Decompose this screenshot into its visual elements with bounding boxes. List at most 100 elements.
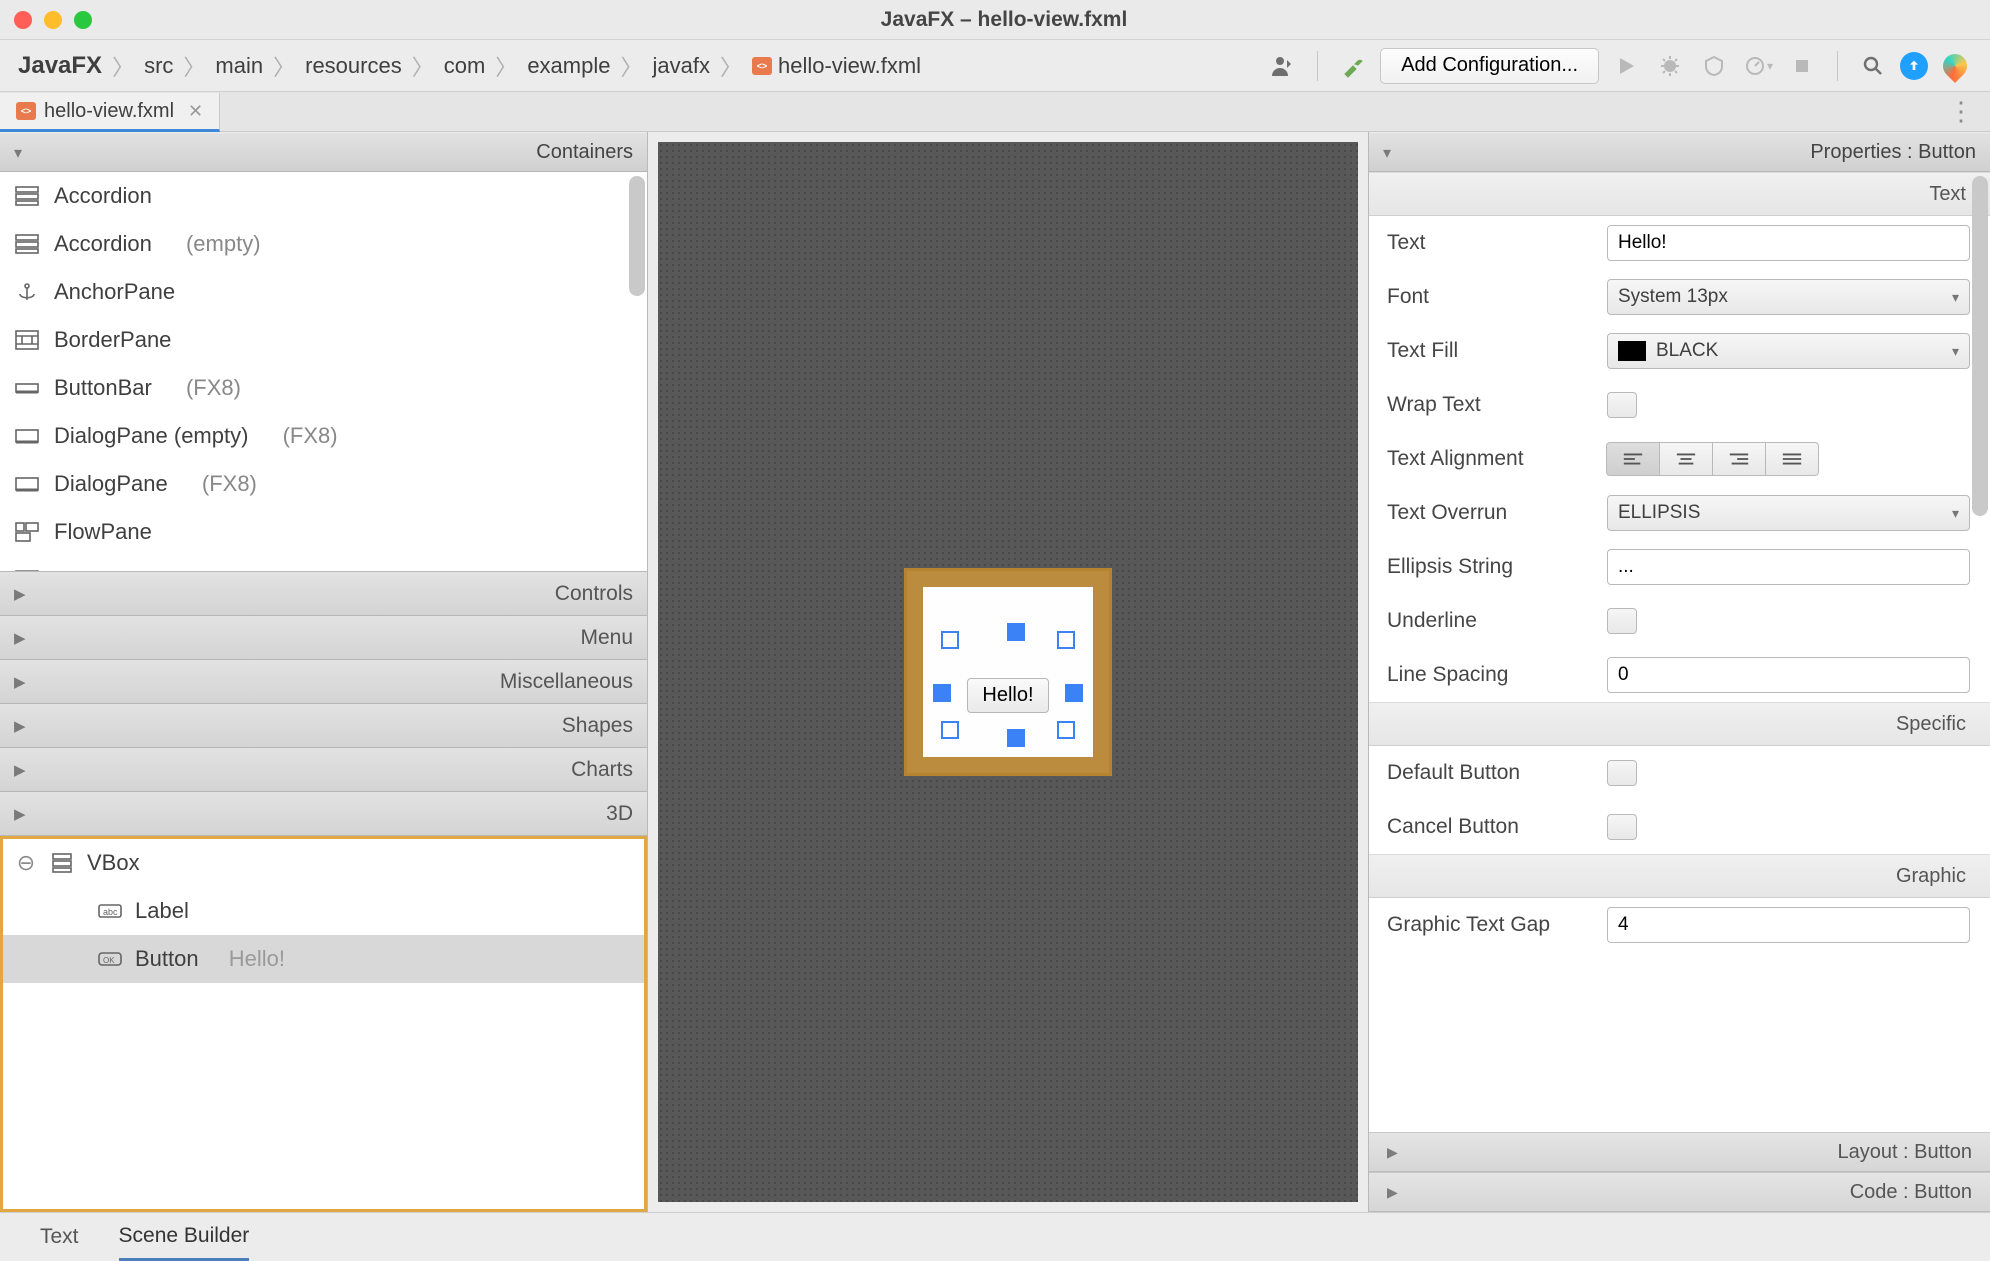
- wrap-text-checkbox[interactable]: [1607, 392, 1637, 418]
- close-tab-icon[interactable]: ✕: [188, 101, 203, 122]
- code-section-header[interactable]: ▶Code : Button: [1369, 1172, 1990, 1212]
- dropdown-icon: [1383, 141, 1391, 164]
- prop-label: Ellipsis String: [1387, 555, 1607, 579]
- section-shapes[interactable]: ▶Shapes: [0, 704, 647, 748]
- library-item-anchorpane[interactable]: AnchorPane: [0, 268, 647, 316]
- close-window-button[interactable]: [14, 11, 32, 29]
- main-toolbar: JavaFX〉 src〉 main〉 resources〉 com〉 examp…: [0, 40, 1990, 92]
- library-item-accordion[interactable]: Accordion: [0, 172, 647, 220]
- collapse-icon[interactable]: ⊖: [15, 850, 37, 876]
- library-item-flowpane[interactable]: FlowPane: [0, 508, 647, 556]
- text-fill-combobox[interactable]: BLACK: [1607, 333, 1970, 369]
- tab-options-icon[interactable]: ⋮: [1932, 92, 1990, 131]
- editor-tab[interactable]: <> hello-view.fxml ✕: [0, 93, 220, 132]
- breadcrumb-item[interactable]: javafx: [652, 53, 709, 79]
- maximize-window-button[interactable]: [74, 11, 92, 29]
- editor-mode-tabs: Text Scene Builder: [0, 1212, 1990, 1260]
- run-config-button[interactable]: Add Configuration...: [1380, 48, 1599, 84]
- cancel-button-checkbox[interactable]: [1607, 814, 1637, 840]
- prop-label: Text Fill: [1387, 339, 1607, 363]
- breadcrumb-leaf[interactable]: <> hello-view.fxml: [752, 53, 921, 79]
- breadcrumb-item[interactable]: src: [144, 53, 173, 79]
- design-canvas-container: Hello!: [648, 132, 1368, 1212]
- containers-list: Accordion Accordion (empty) AnchorPane B…: [0, 172, 647, 572]
- group-header-graphic: Graphic: [1369, 854, 1990, 898]
- container-icon: [14, 521, 40, 543]
- vbox-icon: [49, 852, 75, 874]
- group-header-text: Text: [1369, 172, 1990, 216]
- design-canvas[interactable]: Hello!: [658, 142, 1358, 1202]
- fxml-file-icon: <>: [752, 57, 772, 75]
- section-charts[interactable]: ▶Charts: [0, 748, 647, 792]
- section-3d[interactable]: ▶3D: [0, 792, 647, 836]
- run-icon[interactable]: [1609, 49, 1643, 83]
- tree-node-label[interactable]: abc Label: [3, 887, 644, 935]
- build-icon[interactable]: [1336, 49, 1370, 83]
- svg-text:abc: abc: [103, 907, 118, 917]
- debug-icon[interactable]: [1653, 49, 1687, 83]
- breadcrumb-root[interactable]: JavaFX: [18, 52, 102, 80]
- tab-text[interactable]: Text: [40, 1225, 79, 1249]
- library-item-buttonbar[interactable]: ButtonBar (FX8): [0, 364, 647, 412]
- search-icon[interactable]: [1856, 49, 1890, 83]
- section-misc[interactable]: ▶Miscellaneous: [0, 660, 647, 704]
- library-item-dialogpane[interactable]: DialogPane (FX8): [0, 460, 647, 508]
- library-item-borderpane[interactable]: BorderPane: [0, 316, 647, 364]
- align-justify-button[interactable]: [1765, 442, 1819, 476]
- breadcrumb-item[interactable]: resources: [305, 53, 402, 79]
- graphic-text-gap-input[interactable]: [1607, 907, 1970, 943]
- tab-scene-builder[interactable]: Scene Builder: [119, 1224, 250, 1261]
- library-item-gridpane[interactable]: GridPane: [0, 556, 647, 572]
- stop-icon[interactable]: [1785, 49, 1819, 83]
- section-menu[interactable]: ▶Menu: [0, 616, 647, 660]
- fxml-file-icon: <>: [16, 102, 36, 120]
- prop-label: Graphic Text Gap: [1387, 913, 1607, 937]
- container-icon: [14, 233, 40, 255]
- canvas-vbox[interactable]: Hello!: [904, 568, 1112, 776]
- scrollbar[interactable]: [1972, 176, 1988, 516]
- library-item-accordion-empty[interactable]: Accordion (empty): [0, 220, 647, 268]
- text-input[interactable]: [1607, 225, 1970, 261]
- minimize-window-button[interactable]: [44, 11, 62, 29]
- inspector-panel: Properties : Button Text Text Font Syste…: [1368, 132, 1990, 1212]
- align-center-button[interactable]: [1659, 442, 1713, 476]
- tree-node-vbox[interactable]: ⊖ VBox: [3, 839, 644, 887]
- prop-label: Cancel Button: [1387, 815, 1607, 839]
- align-right-button[interactable]: [1712, 442, 1766, 476]
- text-overrun-combobox[interactable]: ELLIPSIS: [1607, 495, 1970, 531]
- prop-label: Line Spacing: [1387, 663, 1607, 687]
- scrollbar[interactable]: [629, 176, 645, 296]
- window-title: JavaFX – hello-view.fxml: [92, 8, 1916, 32]
- ellipsis-input[interactable]: [1607, 549, 1970, 585]
- container-icon: [14, 473, 40, 495]
- containers-header[interactable]: Containers: [0, 132, 647, 172]
- layout-section-header[interactable]: ▶Layout : Button: [1369, 1132, 1990, 1172]
- font-combobox[interactable]: System 13px: [1607, 279, 1970, 315]
- anchor-icon: [14, 281, 40, 303]
- breadcrumb-item[interactable]: com: [444, 53, 486, 79]
- breadcrumb-item[interactable]: example: [527, 53, 610, 79]
- container-icon: [14, 569, 40, 572]
- library-item-dialogpane-empty[interactable]: DialogPane (empty) (FX8): [0, 412, 647, 460]
- default-button-checkbox[interactable]: [1607, 760, 1637, 786]
- dropdown-icon: [14, 141, 22, 164]
- line-spacing-input[interactable]: [1607, 657, 1970, 693]
- breadcrumb-item[interactable]: main: [215, 53, 263, 79]
- profile-icon[interactable]: ▾: [1741, 49, 1775, 83]
- tree-node-button[interactable]: OK Button Hello!: [3, 935, 644, 983]
- jetbrains-toolbox-icon[interactable]: [1938, 49, 1972, 83]
- align-left-button[interactable]: [1606, 442, 1660, 476]
- properties-header[interactable]: Properties : Button: [1369, 132, 1990, 172]
- canvas-button[interactable]: Hello!: [967, 678, 1048, 713]
- svg-text:OK: OK: [103, 956, 115, 965]
- user-icon[interactable]: [1265, 49, 1299, 83]
- prop-label: Underline: [1387, 609, 1607, 633]
- group-header-specific: Specific: [1369, 702, 1990, 746]
- prop-label: Default Button: [1387, 761, 1607, 785]
- prop-label: Text Overrun: [1387, 501, 1607, 525]
- container-icon: [14, 425, 40, 447]
- update-icon[interactable]: [1900, 52, 1928, 80]
- coverage-icon[interactable]: [1697, 49, 1731, 83]
- section-controls[interactable]: ▶Controls: [0, 572, 647, 616]
- underline-checkbox[interactable]: [1607, 608, 1637, 634]
